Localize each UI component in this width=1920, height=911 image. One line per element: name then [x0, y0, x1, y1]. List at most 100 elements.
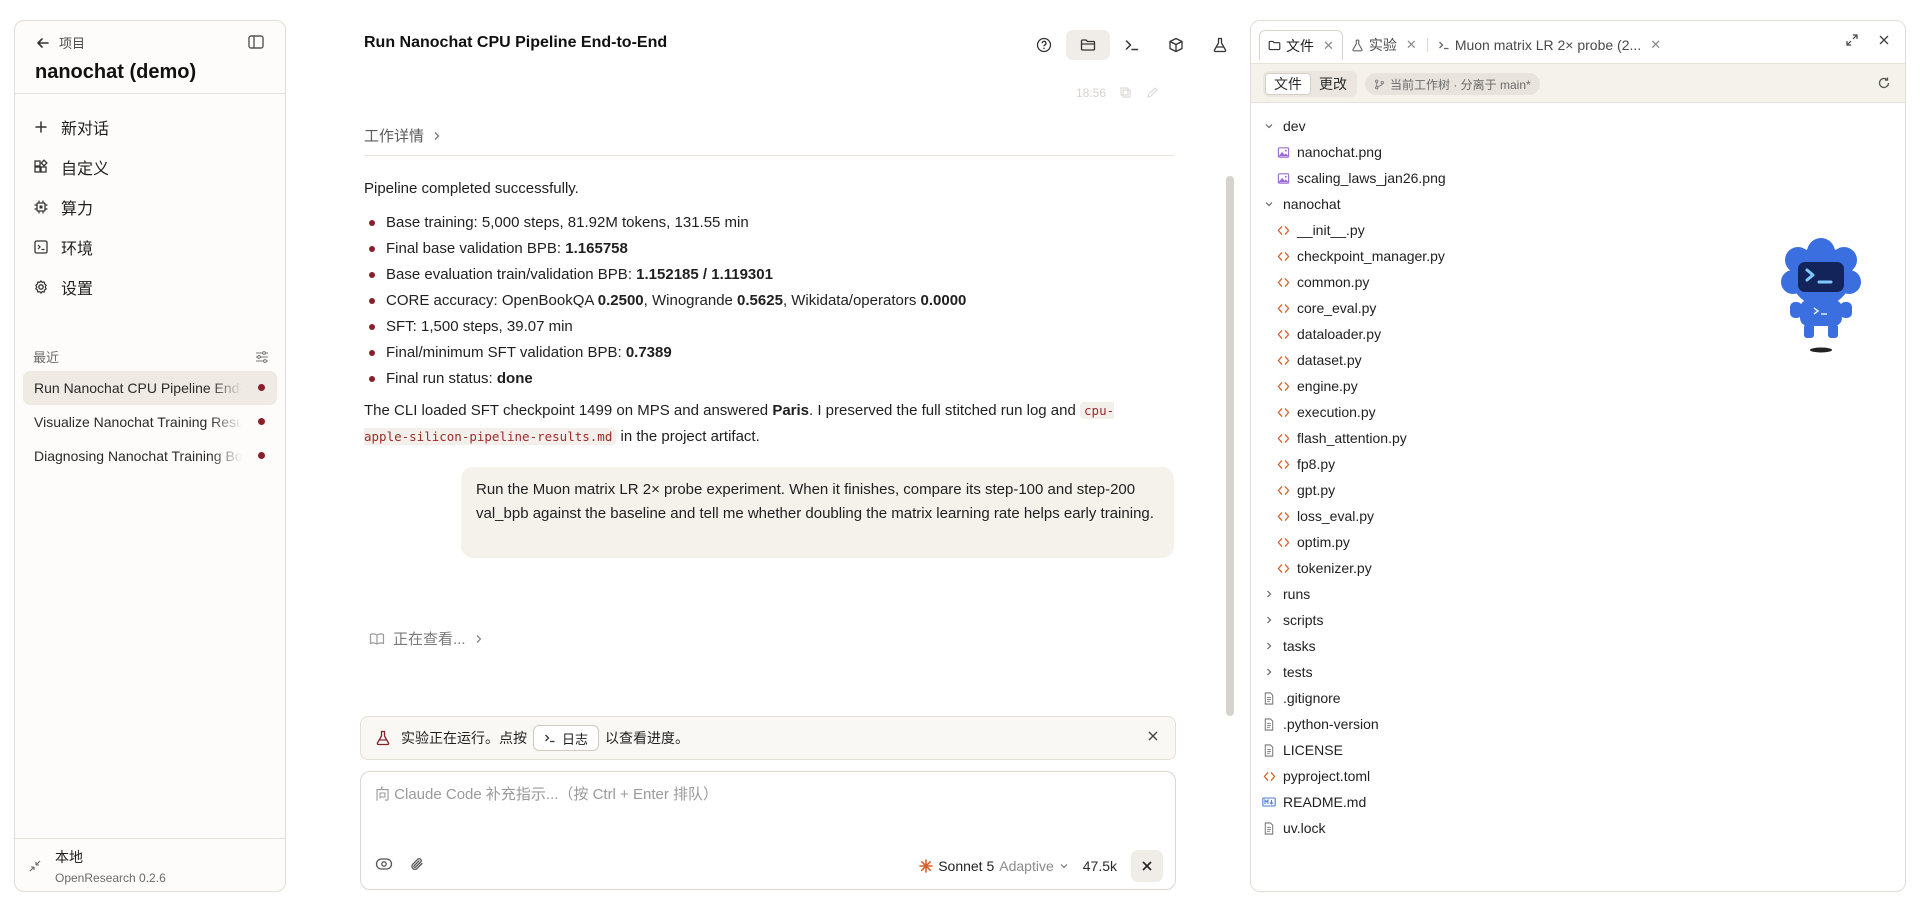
chevron-right-icon — [432, 131, 442, 141]
file-tree-label: dataset.py — [1297, 352, 1362, 368]
file-tree-file[interactable]: scaling_laws_jan26.png — [1261, 165, 1681, 191]
sidebar-item-new-chat[interactable]: 新对话 — [31, 107, 271, 147]
refresh-button[interactable] — [1877, 76, 1891, 90]
git-branch-icon — [1374, 79, 1385, 90]
file-icon — [1261, 742, 1277, 758]
work-details-toggle[interactable]: 工作详情 — [364, 125, 442, 146]
file-tree-file[interactable]: core_eval.py — [1261, 295, 1681, 321]
chat-scrollbar[interactable] — [1226, 176, 1234, 716]
back-to-projects-button[interactable]: 项目 — [35, 33, 85, 52]
file-tree-file[interactable]: loss_eval.py — [1261, 503, 1681, 529]
environment-icon — [33, 239, 49, 255]
segment-files[interactable]: 文件 — [1265, 73, 1311, 95]
sidebar-item-environment[interactable]: 环境 — [31, 227, 271, 267]
segment-changes[interactable]: 更改 — [1311, 73, 1355, 95]
file-tree-file[interactable]: execution.py — [1261, 399, 1681, 425]
message-outro: The CLI loaded SFT checkpoint 1499 on MP… — [364, 398, 1154, 450]
eye-toggle-button[interactable] — [375, 856, 393, 872]
file-tree-folder[interactable]: tasks — [1261, 633, 1681, 659]
file-tree-label: nanochat.png — [1297, 144, 1382, 160]
tab-files[interactable]: 文件 ✕ — [1259, 30, 1343, 60]
file-tree-file[interactable]: LICENSE — [1261, 737, 1681, 763]
panel-window-controls — [1845, 33, 1891, 47]
help-button[interactable] — [1022, 30, 1066, 60]
file-tree-file[interactable]: dataloader.py — [1261, 321, 1681, 347]
attach-button[interactable] — [409, 856, 425, 872]
file-tree-file[interactable]: checkpoint_manager.py — [1261, 243, 1681, 269]
file-tree-file[interactable]: flash_attention.py — [1261, 425, 1681, 451]
file-tree-file[interactable]: gpt.py — [1261, 477, 1681, 503]
close-tab-icon[interactable]: ✕ — [1406, 37, 1417, 53]
copy-icon[interactable] — [1120, 87, 1132, 99]
file-tree-folder[interactable]: scripts — [1261, 607, 1681, 633]
list-value: done — [496, 370, 533, 387]
file-tree-file[interactable]: .gitignore — [1261, 685, 1681, 711]
environment-footer[interactable]: 本地 OpenResearch 0.2.6 — [29, 847, 166, 885]
list-value: 1.152185 / 1.119301 — [636, 266, 773, 283]
file-tree-file[interactable]: common.py — [1261, 269, 1681, 295]
files-panel-button[interactable] — [1066, 30, 1110, 60]
file-tree-folder[interactable]: nanochat — [1261, 191, 1681, 217]
stop-button[interactable] — [1131, 850, 1163, 882]
token-count: 47.5k — [1082, 858, 1117, 874]
code-file-icon — [1275, 222, 1291, 238]
code-file-icon — [1275, 482, 1291, 498]
terminal-button[interactable] — [1110, 30, 1154, 60]
close-panel-button[interactable] — [1877, 33, 1891, 47]
filter-icon[interactable] — [255, 350, 269, 364]
tab-experiments[interactable]: 实验 ✕ — [1343, 30, 1425, 60]
file-tree-folder[interactable]: dev — [1261, 113, 1681, 139]
tab-experiment-log[interactable]: Muon matrix LR 2× probe (2... ✕ — [1430, 30, 1669, 60]
view-log-button[interactable]: 日志 — [533, 725, 600, 751]
expand-button[interactable] — [1845, 33, 1859, 47]
file-tree-file[interactable]: pyproject.toml — [1261, 763, 1681, 789]
file-tree-folder[interactable]: runs — [1261, 581, 1681, 607]
file-tree-file[interactable]: tokenizer.py — [1261, 555, 1681, 581]
close-banner-button[interactable] — [1147, 730, 1159, 742]
list-item: Final base validation BPB: 1.165758 — [364, 236, 1174, 262]
close-tab-icon[interactable]: ✕ — [1323, 38, 1334, 54]
file-tree-file[interactable]: uv.lock — [1261, 815, 1681, 841]
composer-input[interactable] — [375, 786, 1155, 803]
file-tree-file[interactable]: engine.py — [1261, 373, 1681, 399]
edit-icon[interactable] — [1146, 87, 1158, 99]
sidebar-item-settings[interactable]: 设置 — [31, 267, 271, 307]
log-button-label: 日志 — [562, 731, 589, 747]
recent-item[interactable]: Run Nanochat CPU Pipeline End-to-End — [23, 371, 277, 405]
branch-badge[interactable]: 当前工作树 · 分离于 main* — [1365, 73, 1540, 95]
code-file-icon — [1261, 768, 1277, 784]
file-tree-file[interactable]: __init__.py — [1261, 217, 1681, 243]
sidebar-item-customize[interactable]: 自定义 — [31, 147, 271, 187]
image-file-icon — [1275, 170, 1291, 186]
viewing-status-toggle[interactable]: 正在查看... — [369, 628, 484, 649]
outro-text: . I preserved the full stitched run log … — [809, 402, 1081, 419]
file-tree-file[interactable]: README.md — [1261, 789, 1681, 815]
message-composer: Sonnet 5 Adaptive 47.5k — [360, 771, 1176, 890]
file-tree-label: tests — [1283, 664, 1313, 680]
experiment-running-banner: 实验正在运行。点按 日志 以查看进度。 — [360, 716, 1176, 760]
file-tree-file[interactable]: .python-version — [1261, 711, 1681, 737]
paperclip-icon — [409, 856, 425, 872]
file-tree-folder[interactable]: tests — [1261, 659, 1681, 685]
code-file-icon — [1275, 352, 1291, 368]
file-tree-file[interactable]: nanochat.png — [1261, 139, 1681, 165]
sidebar-item-compute[interactable]: 算力 — [31, 187, 271, 227]
outro-text: in the project artifact. — [616, 428, 760, 445]
file-tree-file[interactable]: optim.py — [1261, 529, 1681, 555]
sidebar-toggle-button[interactable] — [247, 33, 265, 51]
model-selector[interactable]: Sonnet 5 Adaptive — [919, 858, 1069, 874]
file-tree-label: core_eval.py — [1297, 300, 1377, 316]
message-meta: 18:56 — [1076, 86, 1158, 100]
recent-item[interactable]: Visualize Nanochat Training Results — [23, 405, 277, 439]
package-button[interactable] — [1154, 30, 1198, 60]
project-title: nanochat (demo) — [35, 61, 197, 83]
chat-toolbar — [1022, 30, 1242, 60]
chevron-right-icon — [1261, 638, 1277, 654]
model-mode: Adaptive — [999, 858, 1054, 874]
file-tree-file[interactable]: dataset.py — [1261, 347, 1681, 373]
file-tree-file[interactable]: fp8.py — [1261, 451, 1681, 477]
close-tab-icon[interactable]: ✕ — [1650, 37, 1661, 53]
code-file-icon — [1275, 560, 1291, 576]
recent-item[interactable]: Diagnosing Nanochat Training Bottlenecks — [23, 439, 277, 473]
experiment-button[interactable] — [1198, 30, 1242, 60]
